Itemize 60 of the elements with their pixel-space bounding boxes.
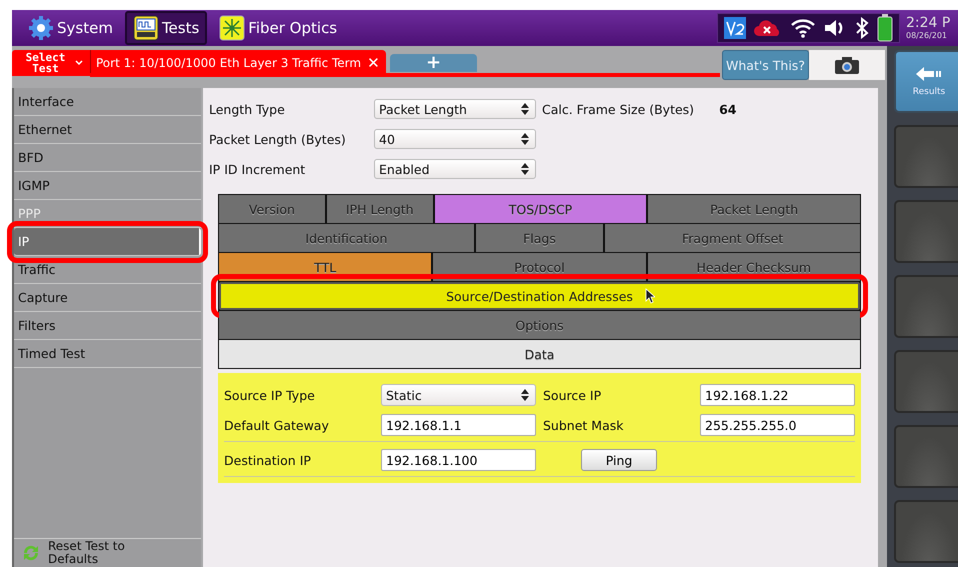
gear-icon [28, 15, 54, 41]
signal-chip-icon [132, 15, 159, 41]
up-down-icon [520, 162, 530, 176]
soft-key[interactable] [894, 275, 958, 338]
app-tab[interactable]: System [20, 11, 121, 45]
sidebar-item[interactable]: Traffic [14, 256, 201, 284]
field-label: Length Type [209, 102, 286, 116]
up-down-icon [520, 388, 530, 402]
wifi-icon [790, 17, 816, 39]
soft-key[interactable] [894, 350, 958, 413]
field-label: Source IP [543, 388, 602, 402]
up-down-icon [520, 132, 530, 146]
app-tab[interactable]: Fiber Optics [211, 11, 346, 45]
add-tab-button[interactable]: + [390, 54, 477, 72]
starburst-icon [219, 15, 246, 41]
input-field[interactable]: 192.168.1.22 [700, 384, 855, 406]
clock-time: 2:24 P [906, 16, 952, 30]
back-arrow-icon [916, 66, 942, 80]
sidebar-item[interactable]: Capture [14, 284, 201, 312]
header-field-button[interactable]: TOS/DSCP [434, 195, 646, 223]
field-label: Destination IP [224, 452, 312, 468]
clock-date: 08/26/201 [906, 32, 948, 40]
field-label: Subnet Mask [543, 418, 624, 432]
input-field[interactable]: 192.168.1.1 [381, 414, 536, 436]
sidebar-item[interactable]: BFD [14, 144, 201, 172]
dropdown[interactable]: 40 [374, 129, 536, 149]
dropdown[interactable]: Packet Length [374, 99, 536, 119]
vnc-icon [724, 17, 746, 39]
caret-icon [74, 60, 82, 66]
select-test-button[interactable]: Select Test [12, 50, 90, 76]
dropdown[interactable]: Static [381, 384, 536, 406]
up-down-icon [520, 102, 530, 116]
test-tab-title: Port 1: 10/100/1000 Eth Layer 3 Traffic Term [96, 56, 362, 70]
sidebar-item[interactable]: Filters [14, 312, 201, 340]
soft-key[interactable] [894, 125, 958, 188]
sidebar-item[interactable]: Timed Test [14, 340, 201, 368]
field-label: Source IP Type [224, 388, 316, 402]
input-field[interactable]: 255.255.255.0 [700, 414, 855, 436]
header-field-button[interactable]: Data [219, 340, 860, 368]
app-tab[interactable]: Tests [124, 11, 208, 45]
field-label: Default Gateway [224, 418, 330, 432]
soft-key[interactable] [894, 200, 958, 263]
pointer-icon [645, 288, 655, 304]
field-label: Packet Length (Bytes) [209, 132, 347, 146]
input-field[interactable]: 192.168.1.100 [381, 449, 536, 471]
camera-button[interactable] [809, 50, 885, 80]
sidebar-item[interactable]: Interface [14, 88, 201, 116]
field-value: 64 [719, 102, 736, 116]
sidebar-item[interactable]: IGMP [14, 172, 201, 200]
field-label: Calc. Frame Size (Bytes) [542, 102, 694, 116]
close-button[interactable]: ✕ [367, 54, 380, 72]
battery-icon [877, 14, 893, 42]
ping-button[interactable]: Ping [581, 449, 657, 471]
camera-icon [834, 55, 860, 75]
dropdown[interactable]: Enabled [374, 159, 536, 179]
soft-key[interactable] [894, 500, 958, 563]
sidebar-item[interactable]: Ethernet [14, 116, 201, 144]
bluetooth-icon [854, 17, 870, 39]
soft-key[interactable] [894, 425, 958, 488]
field-label: IP ID Increment [209, 162, 306, 176]
